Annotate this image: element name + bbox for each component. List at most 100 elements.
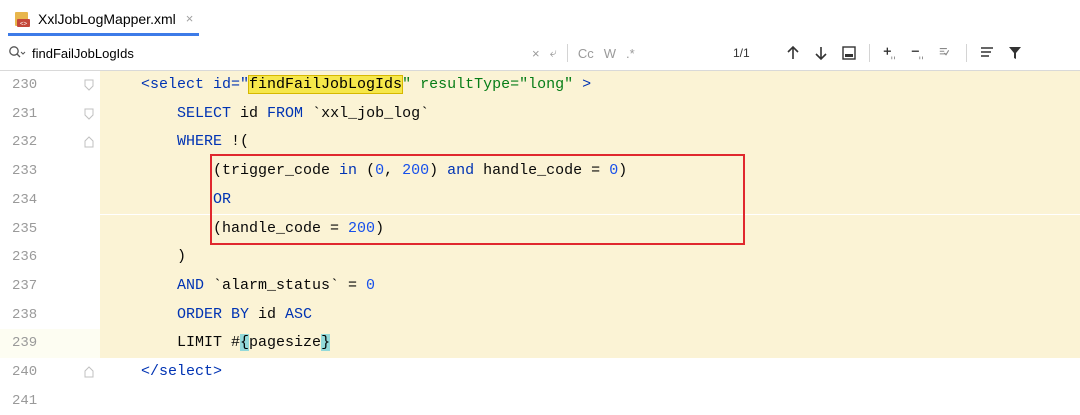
code-token: `xxl_job_log` — [312, 104, 430, 122]
code-token: ORDER BY — [141, 305, 259, 323]
code-token: </select> — [141, 363, 223, 380]
code-line[interactable]: OR — [100, 185, 1080, 215]
fold-icon[interactable] — [84, 366, 94, 378]
code-line[interactable]: LIMIT #{pagesize} — [100, 329, 1080, 358]
code-token: ) — [141, 248, 187, 266]
code-line[interactable]: ORDER BY id ASC — [100, 300, 1080, 330]
select-all-occurrences-icon[interactable] — [841, 45, 857, 61]
line-number: 237 — [0, 272, 100, 301]
line-number-text: 241 — [12, 392, 38, 409]
regex-toggle[interactable]: .* — [626, 46, 635, 61]
line-number: 240 — [0, 358, 100, 387]
code-token: handle_code = — [483, 162, 610, 180]
newline-icon[interactable]: ⤶ — [550, 45, 557, 61]
search-input[interactable] — [32, 45, 472, 61]
code-token: > — [573, 76, 592, 93]
code-line[interactable]: (handle_code = 200) — [100, 214, 1080, 244]
clear-search-button[interactable]: × — [532, 46, 540, 61]
fold-icon[interactable] — [84, 108, 94, 120]
line-number-text: 232 — [12, 134, 38, 151]
code-line[interactable]: WHERE !( — [100, 128, 1080, 158]
code-token: !( — [231, 133, 250, 151]
match-case-toggle[interactable]: Cc — [578, 46, 594, 61]
code-token: 200 — [402, 162, 430, 180]
code-token: ) — [618, 162, 628, 180]
code-token: ) — [429, 162, 448, 180]
line-number-text: 238 — [12, 306, 38, 323]
code-token: , — [384, 162, 403, 180]
tab-xxljoblogmapper[interactable]: <> XxlJobLogMapper.xml × — [8, 4, 200, 36]
line-number: 230 — [0, 71, 100, 100]
line-number-text: 236 — [12, 249, 38, 266]
code-token: id — [258, 305, 286, 323]
code-line[interactable]: </select> — [100, 358, 1080, 387]
code-token: ) — [375, 219, 385, 237]
code-token: OR — [141, 190, 232, 208]
code-token: FROM — [267, 104, 313, 122]
xml-file-icon: <> — [15, 11, 30, 27]
code-token: (handle_code = — [141, 219, 349, 237]
code-token: # — [231, 334, 241, 352]
line-number: 239 — [0, 329, 100, 358]
code-token: pagesize — [249, 334, 322, 352]
words-toggle[interactable]: W — [604, 46, 616, 61]
code-line[interactable] — [100, 387, 1080, 415]
code-area[interactable]: <select id="findFailJobLogIds" resultTyp… — [100, 71, 1080, 403]
search-icon[interactable] — [8, 45, 26, 61]
editor-tab-bar: <> XxlJobLogMapper.xml × — [0, 0, 1080, 37]
divider — [566, 44, 568, 62]
select-all-icon[interactable] — [938, 45, 954, 61]
code-line[interactable]: SELECT id FROM `xxl_job_log` — [100, 99, 1080, 129]
find-bar: × ⤶ Cc W .* 1/1 — [0, 36, 1080, 71]
line-number: 231 — [0, 100, 100, 129]
code-token: 0 — [375, 162, 385, 180]
line-number: 233 — [0, 157, 100, 186]
line-number: 235 — [0, 215, 100, 244]
line-number-text: 231 — [12, 105, 38, 122]
line-number: 232 — [0, 128, 100, 157]
code-token: 200 — [348, 219, 376, 237]
filter-icon[interactable] — [1007, 45, 1023, 61]
code-token: 0 — [366, 276, 376, 294]
code-token: ( — [366, 162, 376, 180]
line-number: 234 — [0, 186, 100, 215]
code-token: <select id=" — [141, 76, 250, 93]
line-number-text: 240 — [12, 364, 38, 380]
code-token: WHERE — [141, 133, 232, 151]
code-line[interactable]: AND `alarm_status` = 0 — [100, 271, 1080, 301]
add-occurrence-icon[interactable] — [882, 45, 898, 61]
code-line[interactable]: ) — [100, 243, 1080, 272]
code-token: and — [447, 162, 484, 180]
arrow-up-icon[interactable] — [785, 45, 801, 61]
line-number-text: 234 — [12, 191, 38, 208]
code-token: LIMIT — [141, 334, 232, 352]
code-token: " resultType="long" — [402, 76, 574, 93]
code-token: in — [339, 162, 367, 180]
line-number-text: 233 — [12, 163, 38, 180]
line-number: 236 — [0, 243, 100, 272]
filter-lines-icon[interactable] — [979, 45, 995, 61]
line-number: 241 — [0, 387, 100, 415]
code-editor[interactable]: 230 231 232 233 234 235 236 237 238 239 240 241 <se… — [0, 71, 1080, 409]
code-token: ASC — [285, 305, 313, 323]
fold-icon[interactable] — [84, 79, 94, 91]
code-token: 0 — [609, 162, 619, 180]
code-token: } — [321, 334, 331, 352]
code-token: id — [240, 104, 268, 122]
close-icon[interactable]: × — [186, 11, 194, 26]
remove-occurrence-icon[interactable] — [910, 45, 926, 61]
line-number-text: 235 — [12, 220, 38, 237]
code-token: AND — [141, 276, 214, 294]
line-number-text: 230 — [12, 77, 38, 93]
fold-icon[interactable] — [84, 136, 94, 148]
tab-label: XxlJobLogMapper.xml — [38, 10, 176, 27]
svg-text:<>: <> — [20, 21, 28, 27]
code-line[interactable]: <select id="findFailJobLogIds" resultTyp… — [100, 71, 1080, 100]
line-number-text: 237 — [12, 277, 38, 294]
line-number-gutter: 230 231 232 233 234 235 236 237 238 239 240 241 — [0, 71, 100, 409]
code-token: SELECT — [141, 104, 241, 122]
code-line[interactable]: (trigger_code in (0, 200) and handle_cod… — [100, 157, 1080, 186]
divider — [869, 44, 870, 62]
code-token: `alarm_status` = — [213, 276, 367, 294]
arrow-down-icon[interactable] — [813, 45, 829, 61]
